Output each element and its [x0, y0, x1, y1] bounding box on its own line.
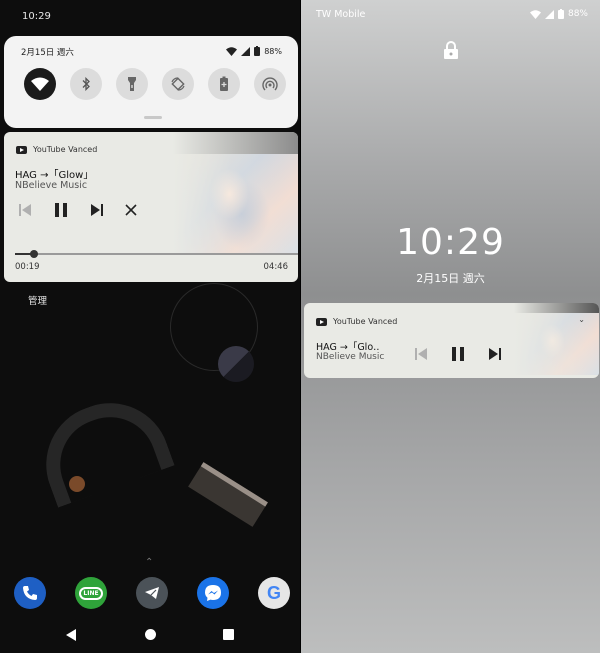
- lockscreen-clock: 10:29: [396, 222, 505, 263]
- status-time: 10:29: [22, 11, 51, 22]
- bluetooth-icon: [82, 77, 90, 91]
- media-notification[interactable]: YouTube Vanced HAG →「Glow」 NBelieve Musi…: [4, 132, 298, 282]
- lockscreen-battery-percent: 88%: [567, 9, 588, 19]
- wallpaper-arch: [29, 386, 175, 508]
- youtube-icon: [16, 145, 27, 154]
- recents-button[interactable]: [223, 629, 234, 640]
- left-screen: 10:29 2月15日 週六 88% YouTube Vanced HAG →「…: [0, 0, 301, 653]
- lockscreen-notification-app-name: YouTube Vanced: [333, 317, 398, 326]
- tile-battery-saver[interactable]: [208, 68, 240, 100]
- lock-icon[interactable]: [444, 41, 458, 63]
- wifi-icon: [31, 77, 49, 91]
- line-app-label: LINE: [79, 586, 103, 600]
- close-button[interactable]: [125, 204, 137, 216]
- rotate-icon: [171, 77, 185, 91]
- lockscreen-song-artist: NBelieve Music: [316, 352, 385, 362]
- lockscreen-previous-button[interactable]: [414, 347, 428, 361]
- next-button[interactable]: [90, 203, 104, 217]
- expand-chevron-icon[interactable]: ⌄: [578, 315, 585, 324]
- lockscreen-status: 88%: [529, 9, 588, 19]
- tile-bluetooth[interactable]: [70, 68, 102, 100]
- total-time: 04:46: [263, 262, 289, 272]
- line-app-icon[interactable]: LINE: [75, 577, 107, 609]
- song-title: HAG →「Glow」: [15, 170, 94, 181]
- back-button[interactable]: [66, 629, 76, 641]
- quick-settings-panel: 2月15日 週六 88%: [4, 36, 298, 128]
- skip-previous-icon: [19, 204, 31, 216]
- pause-icon: [452, 347, 464, 361]
- battery-icon: [254, 46, 261, 56]
- lockscreen-pause-button[interactable]: [450, 346, 466, 362]
- home-button[interactable]: [145, 629, 156, 640]
- skip-previous-icon: [415, 348, 427, 360]
- lockscreen-notification-app-row: YouTube Vanced: [316, 317, 397, 326]
- quick-tiles: [24, 68, 286, 100]
- battery-saver-icon: [220, 76, 228, 91]
- lockscreen-next-button[interactable]: [488, 347, 502, 361]
- wifi-icon: [226, 46, 238, 56]
- manage-button[interactable]: 管理: [28, 293, 47, 307]
- song-artist: NBelieve Music: [15, 180, 88, 191]
- signal-icon: [241, 46, 251, 56]
- lockscreen-song-title: HAG →「Glo‥: [316, 342, 380, 353]
- tile-flashlight[interactable]: [116, 68, 148, 100]
- tile-hotspot[interactable]: [254, 68, 286, 100]
- app-drawer-chevron-icon[interactable]: ⌃: [145, 557, 153, 568]
- lockscreen-media-controls: [414, 346, 502, 362]
- telegram-app-icon[interactable]: [136, 577, 168, 609]
- qs-date: 2月15日 週六: [21, 48, 74, 58]
- hotspot-icon: [262, 77, 278, 91]
- media-controls: [18, 202, 137, 218]
- google-app-label: G: [266, 582, 281, 603]
- google-app-icon[interactable]: G: [258, 577, 290, 609]
- seek-bar-thumb[interactable]: [29, 250, 38, 258]
- skip-next-icon: [489, 348, 501, 360]
- wallpaper-bar: [188, 462, 268, 527]
- carrier-name: TW Mobile: [316, 9, 366, 20]
- phone-app-icon[interactable]: [14, 577, 46, 609]
- pause-icon: [55, 203, 67, 217]
- qs-status: 88%: [226, 46, 282, 56]
- album-art-header: [173, 132, 298, 154]
- messenger-icon: [205, 585, 221, 601]
- youtube-icon: [316, 317, 327, 326]
- qs-drag-handle[interactable]: [144, 116, 162, 119]
- lockscreen-date: 2月15日 週六: [416, 272, 485, 285]
- lockscreen-album-art-header: [514, 303, 599, 313]
- skip-next-icon: [91, 204, 103, 216]
- messenger-app-icon[interactable]: [197, 577, 229, 609]
- tile-auto-rotate[interactable]: [162, 68, 194, 100]
- signal-icon: [544, 9, 554, 19]
- navigation-bar: [0, 620, 301, 650]
- pause-button[interactable]: [53, 202, 69, 218]
- right-screen: TW Mobile 88% 10:29 2月15日 週六 YouTube Van…: [301, 0, 600, 653]
- wifi-icon: [529, 9, 541, 19]
- lockscreen-media-notification[interactable]: YouTube Vanced ⌄ HAG →「Glo‥ NBelieve Mus…: [304, 303, 599, 378]
- qs-battery-percent: 88%: [264, 46, 282, 56]
- app-dock: LINE G: [14, 577, 290, 609]
- wallpaper-halfmoon: [218, 346, 254, 382]
- notification-app-row: YouTube Vanced: [16, 145, 97, 154]
- telegram-icon: [145, 587, 159, 599]
- battery-icon: [557, 9, 564, 19]
- wallpaper-dot: [69, 476, 85, 492]
- current-time: 00:19: [15, 262, 40, 272]
- phone-icon: [23, 586, 37, 600]
- tile-wifi[interactable]: [24, 68, 56, 100]
- flashlight-icon: [128, 77, 136, 91]
- close-icon: [125, 204, 137, 216]
- seek-bar[interactable]: [15, 250, 298, 258]
- previous-button[interactable]: [18, 203, 32, 217]
- notification-app-name: YouTube Vanced: [33, 145, 98, 154]
